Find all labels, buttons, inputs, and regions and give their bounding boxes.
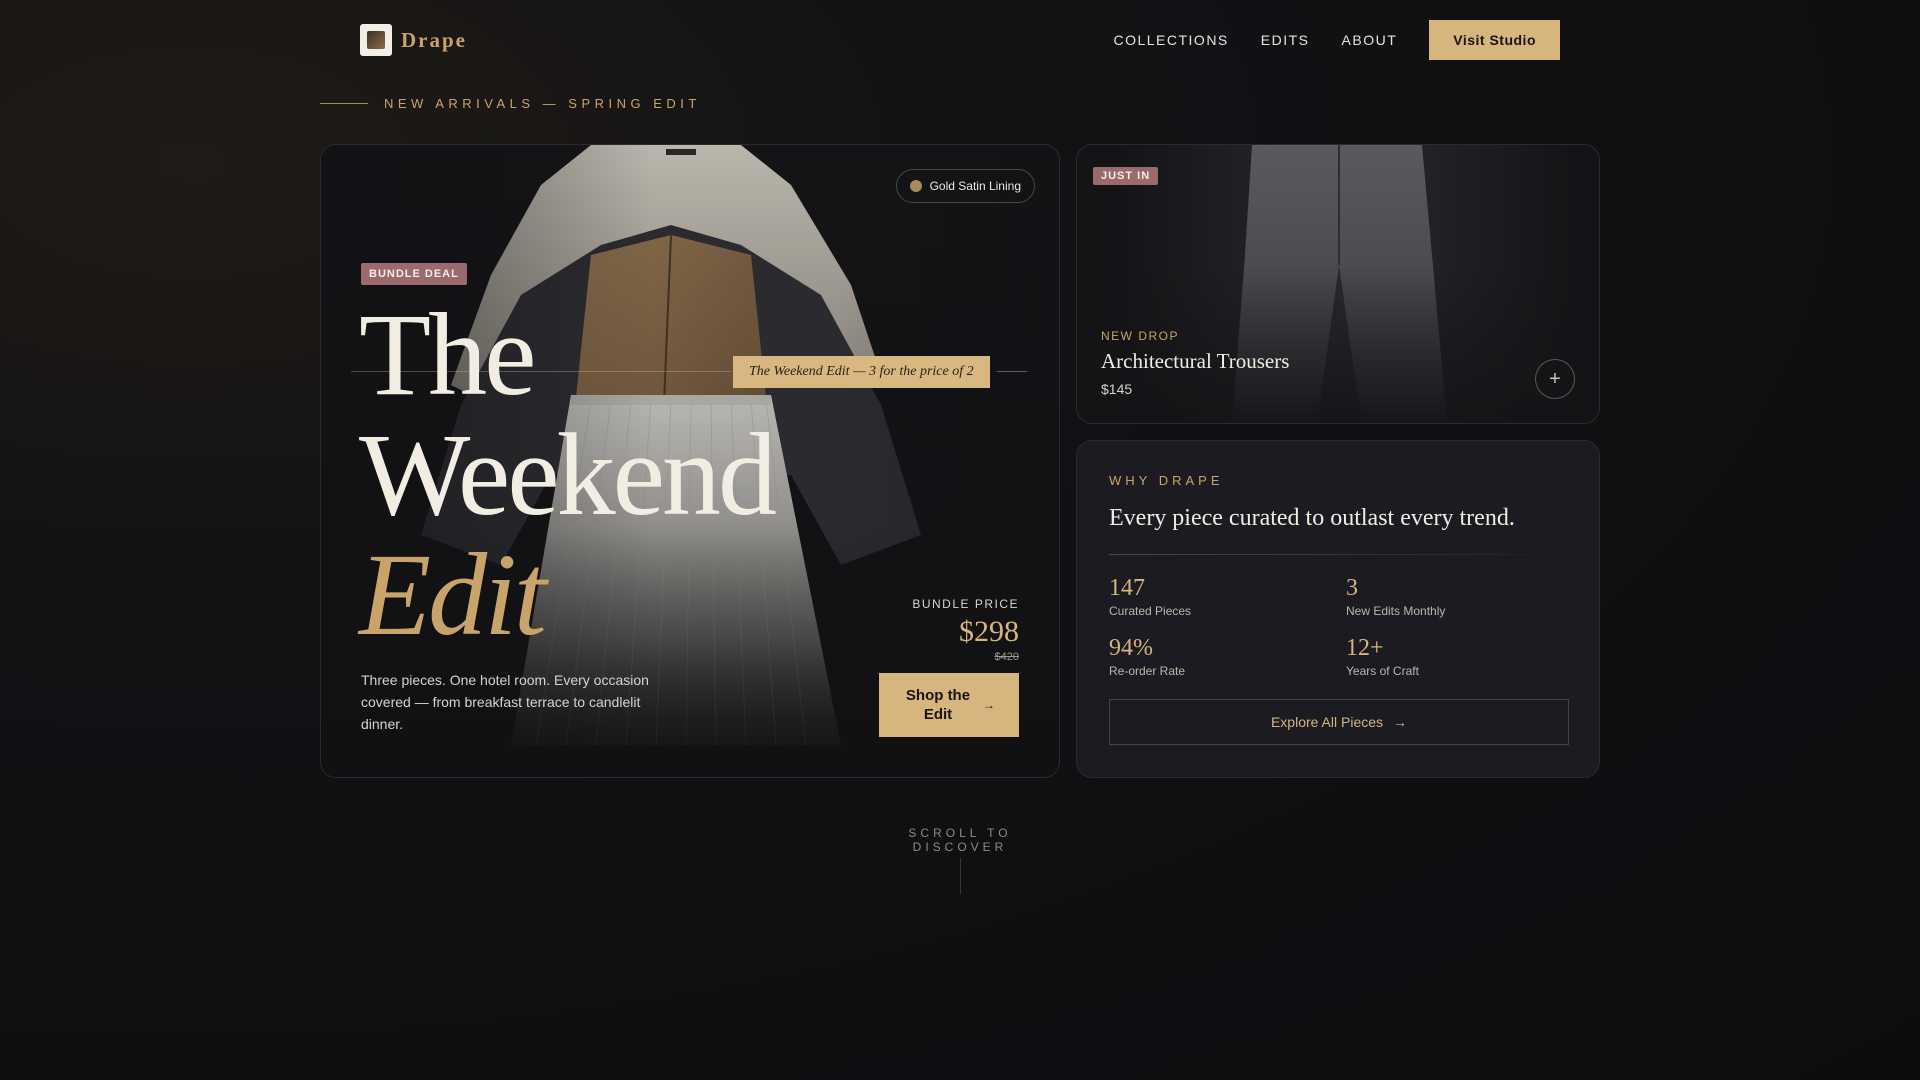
explore-all-pieces-button[interactable]: Explore All Pieces → — [1109, 699, 1569, 745]
bundle-price: $298 — [959, 615, 1019, 648]
stat-label: Re-order Rate — [1109, 664, 1186, 678]
stat-value: 12+ — [1346, 635, 1384, 661]
arrow-right-icon: → — [983, 698, 995, 712]
bundle-tagline: The Weekend Edit — 3 for the price of 2 — [733, 356, 990, 388]
product-title: Architectural Trousers — [1101, 349, 1290, 373]
why-eyebrow: WHY DRAPE — [1109, 473, 1224, 488]
brand[interactable]: Drape — [360, 24, 467, 56]
section-eyebrow: NEW ARRIVALS — SPRING EDIT — [320, 96, 701, 111]
shop-button-label: Shop the Edit — [905, 687, 971, 723]
stat-value: 94% — [1109, 635, 1153, 661]
why-drape-card: WHY DRAPE Every piece curated to outlast… — [1076, 440, 1600, 778]
explore-button-label: Explore All Pieces — [1270, 714, 1384, 730]
new-drop-label: NEW DROP — [1101, 329, 1179, 343]
price-label: BUNDLE PRICE — [912, 597, 1019, 611]
why-title: Every piece curated to outlast every tre… — [1109, 505, 1515, 531]
stat-value: 3 — [1346, 575, 1358, 601]
visit-studio-button[interactable]: Visit Studio — [1429, 20, 1560, 60]
headline-line-2: Weekend — [359, 409, 777, 540]
bundle-price-block: BUNDLE PRICE $298 $420 — [912, 597, 1019, 663]
brand-name: Drape — [401, 27, 467, 52]
headline-line-3: Edit — [359, 529, 547, 660]
stat-curated-pieces: 147 Curated Pieces — [1109, 575, 1346, 618]
hero-description: Three pieces. One hotel room. Every occa… — [361, 672, 649, 732]
gold-swatch-icon — [909, 180, 922, 192]
stats-grid: 147 Curated Pieces 3 New Edits Monthly 9… — [1109, 575, 1569, 678]
tagline-rule-right — [997, 371, 1027, 372]
nav-link-edits[interactable]: EDITS — [1261, 32, 1310, 48]
stat-new-edits: 3 New Edits Monthly — [1346, 575, 1546, 618]
original-price: $420 — [994, 651, 1019, 663]
hero-headline: The Weekend Edit — [359, 289, 777, 660]
nav-link-collections[interactable]: COLLECTIONS — [1113, 32, 1228, 48]
hero-card: Gold Satin Lining BUNDLE DEAL The Weeken… — [320, 144, 1060, 778]
trousers-product-image — [1077, 145, 1599, 423]
stat-value: 147 — [1109, 575, 1145, 601]
scroll-indicator[interactable]: SCROLL TO DISCOVER — [860, 826, 1060, 894]
chip-label: Gold Satin Lining — [929, 179, 1021, 193]
just-in-badge: JUST IN — [1093, 167, 1159, 185]
lining-chip[interactable]: Gold Satin Lining — [895, 169, 1035, 203]
why-divider — [1109, 554, 1567, 555]
arrow-right-icon: → — [1393, 714, 1408, 730]
stat-label: New Edits Monthly — [1346, 604, 1446, 618]
stat-label: Years of Craft — [1346, 664, 1419, 678]
shop-the-edit-button[interactable]: Shop the Edit → — [879, 673, 1019, 737]
plus-icon: + — [1549, 367, 1561, 390]
brand-logo-icon — [360, 24, 392, 56]
product-price: $145 — [1101, 381, 1133, 397]
bundle-deal-badge: BUNDLE DEAL — [361, 263, 467, 285]
nav-link-about[interactable]: ABOUT — [1342, 32, 1398, 48]
stat-label: Curated Pieces — [1109, 604, 1192, 618]
new-drop-card[interactable]: JUST IN NEW DROP Architectural Trousers … — [1076, 144, 1600, 424]
add-to-bag-button[interactable]: + — [1535, 359, 1575, 399]
stat-years-of-craft: 12+ Years of Craft — [1346, 635, 1546, 678]
headline-line-1: The — [359, 289, 536, 420]
stat-reorder-rate: 94% Re-order Rate — [1109, 635, 1346, 678]
scroll-text: SCROLL TO DISCOVER — [908, 826, 1012, 854]
nav-links: COLLECTIONS EDITS ABOUT Visit Studio — [1081, 20, 1560, 60]
scroll-line — [959, 858, 961, 894]
top-nav: Drape COLLECTIONS EDITS ABOUT Visit Stud… — [360, 20, 1560, 60]
eyebrow-rule — [320, 103, 368, 104]
eyebrow-text: NEW ARRIVALS — SPRING EDIT — [384, 96, 701, 111]
